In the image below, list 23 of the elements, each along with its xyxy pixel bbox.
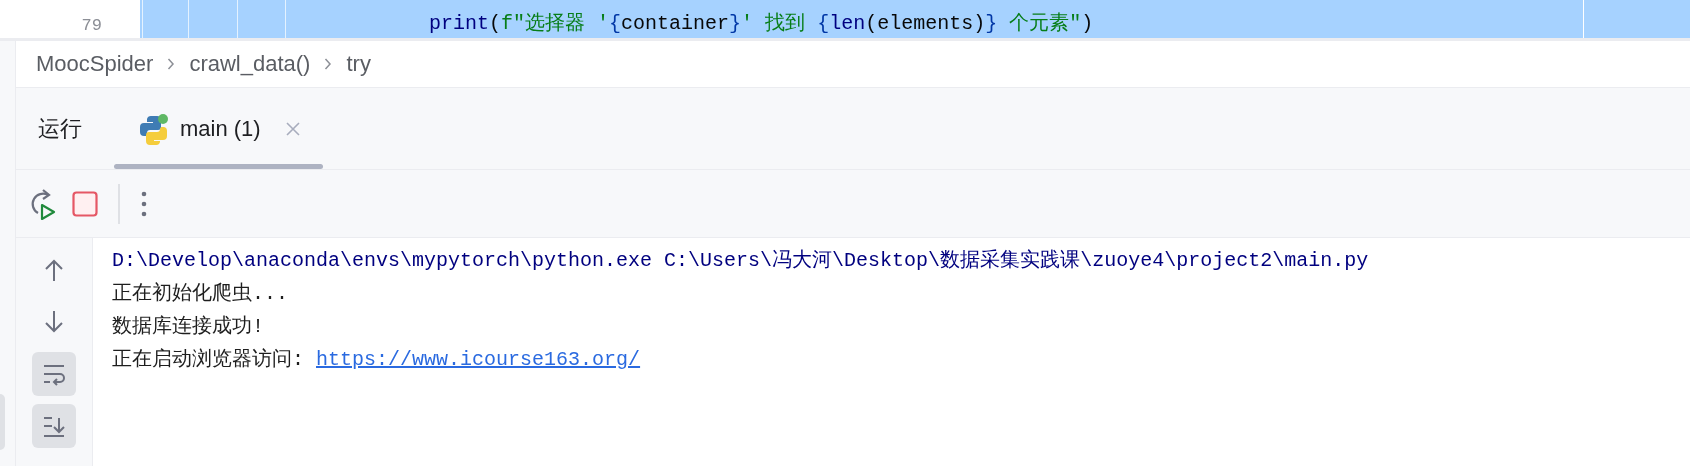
- run-tab[interactable]: main (1): [114, 87, 323, 170]
- soft-wrap-icon: [42, 362, 66, 386]
- scroll-to-end-icon: [42, 414, 66, 438]
- breadcrumb-item[interactable]: crawl_data(): [189, 53, 311, 75]
- console-text: 正在启动浏览器访问:: [112, 348, 305, 371]
- breadcrumb-item[interactable]: MoocSpider: [36, 53, 154, 75]
- more-icon: [140, 190, 148, 217]
- console-line: D:\Develop\anaconda\envs\mypytorch\python.exe C:\Users\冯大河\Desktop\数据采集实践课\zuoye4\project2\main.py: [112, 249, 1369, 272]
- url-link[interactable]: https://www.icourse163.org/: [316, 348, 641, 371]
- close-icon[interactable]: [284, 120, 301, 137]
- scroll-to-end-button[interactable]: [32, 404, 76, 448]
- console-line: 正在初始化爬虫...: [112, 282, 288, 305]
- tool-window-title: 运行: [38, 115, 82, 143]
- line-number: 79: [81, 17, 102, 34]
- down-arrow-icon: [42, 310, 66, 334]
- code-line: print(f"选择器 '{container}' 找到 {len(elements)} 个元素"): [429, 12, 1094, 36]
- chevron-icon: [324, 57, 333, 71]
- python-icon: [138, 112, 170, 145]
- breadcrumb-item[interactable]: try: [346, 53, 371, 75]
- console-line: 数据库连接成功!: [112, 315, 264, 338]
- stop-icon: [72, 190, 98, 217]
- soft-wrap-button[interactable]: [32, 352, 76, 396]
- chevron-icon: [167, 57, 176, 71]
